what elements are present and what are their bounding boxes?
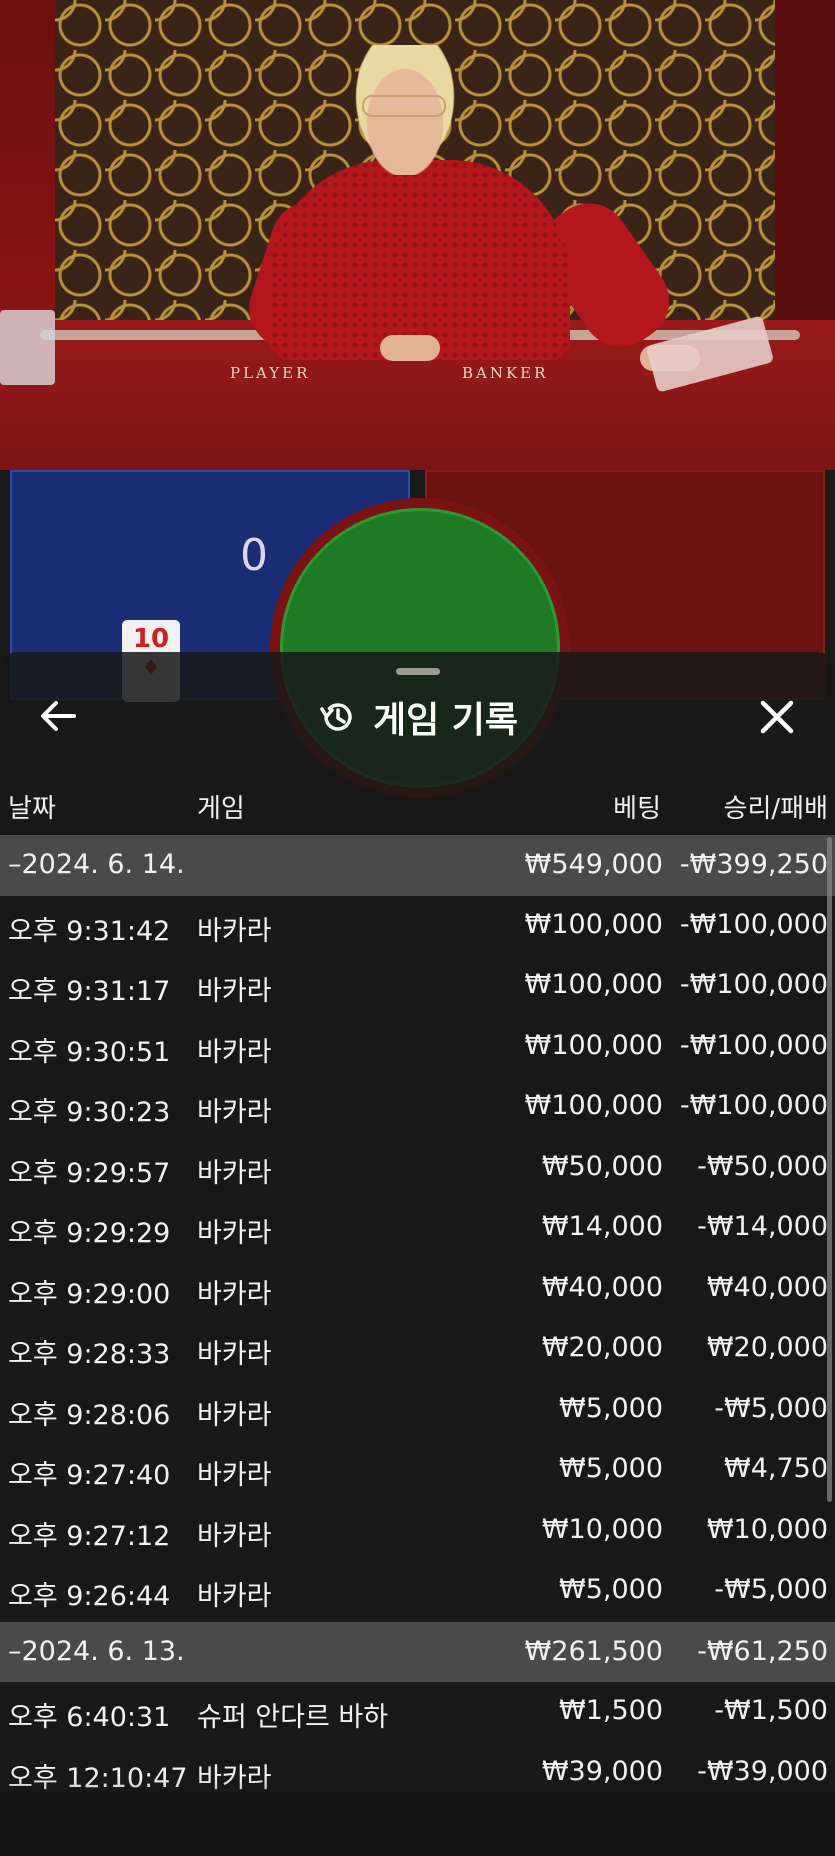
row-result: -₩50,000 [697, 1150, 828, 1182]
row-result: -₩100,000 [679, 1090, 828, 1121]
dealer [270, 160, 570, 360]
row-time: 오후 9:29:00 [8, 1278, 171, 1310]
row-time: 오후 9:29:57 [8, 1157, 171, 1189]
row-time: 오후 9:30:51 [8, 1036, 171, 1068]
row-game: 바카라 [197, 915, 272, 947]
row-result: -₩14,000 [697, 1211, 828, 1242]
row-time: 오후 9:28:33 [8, 1339, 171, 1370]
history-row: 오후 9:30:23 바카라 ₩100,000 -₩100,000 [0, 1077, 835, 1138]
history-row: 오후 9:31:17 바카라 ₩100,000 -₩100,000 [0, 956, 835, 1017]
row-bet: ₩100,000 [524, 908, 663, 940]
card-value: 10 [132, 624, 170, 654]
row-result: ₩40,000 [706, 1271, 828, 1303]
row-game: 바카라 [197, 1520, 272, 1552]
close-icon [760, 700, 794, 734]
close-button[interactable] [754, 694, 800, 740]
column-header-date: 날짜 [8, 794, 56, 824]
arrow-left-icon [41, 701, 76, 731]
row-result: ₩20,000 [706, 1332, 828, 1363]
history-row: 오후 6:40:31 슈퍼 안다르 바하 ₩1,500 -₩1,500 [0, 1682, 835, 1743]
row-game: 바카라 [197, 1097, 272, 1128]
row-result: -₩100,000 [679, 1029, 828, 1061]
row-time: 오후 9:28:06 [8, 1399, 171, 1431]
row-bet: ₩1,500 [559, 1695, 663, 1726]
row-game: 바카라 [197, 1339, 272, 1370]
date-group-row[interactable]: –2024. 6. 14. ₩549,000 -₩399,250 [0, 835, 835, 896]
row-time: 오후 9:31:42 [8, 915, 171, 947]
row-game: 바카라 [197, 976, 272, 1007]
sheet-grabber[interactable] [396, 668, 440, 675]
row-bet: ₩100,000 [524, 1029, 663, 1061]
row-result: ₩4,750 [724, 1453, 828, 1484]
row-game: 바카라 [197, 1581, 272, 1612]
history-row: 오후 9:29:29 바카라 ₩14,000 -₩14,000 [0, 1198, 835, 1259]
row-time: 오후 9:26:44 [8, 1581, 171, 1612]
sheet-title: 게임 기록 [372, 700, 518, 741]
row-game: 바카라 [197, 1218, 272, 1249]
history-list[interactable]: –2024. 6. 14. ₩549,000 -₩399,250 오후 9:31:42… [0, 835, 835, 1803]
row-result: ₩10,000 [706, 1513, 828, 1545]
game-history-sheet: 게임 기록 날짜 게임 베팅 승리/패배 –2024. 6. 14. ₩549,0… [0, 652, 835, 1856]
column-header-result: 승리/패배 [723, 794, 828, 824]
row-result: -₩5,000 [714, 1392, 828, 1424]
row-time: 오후 9:30:23 [8, 1097, 171, 1128]
history-icon [320, 703, 352, 731]
row-result: -₩100,000 [679, 969, 828, 1000]
row-time: 오후 9:27:12 [8, 1520, 171, 1552]
column-header-bet: 베팅 [613, 794, 661, 824]
player-score: 0 [240, 530, 268, 581]
row-time: 오후 9:31:17 [8, 976, 171, 1007]
history-row: 오후 9:30:51 바카라 ₩100,000 -₩100,000 [0, 1017, 835, 1078]
row-game: 바카라 [197, 1036, 272, 1068]
row-bet: ₩261,500 [524, 1635, 663, 1667]
history-row: 오후 9:27:40 바카라 ₩5,000 ₩4,750 [0, 1440, 835, 1501]
row-bet: ₩14,000 [541, 1211, 663, 1242]
row-game: 바카라 [197, 1157, 272, 1189]
row-bet: ₩100,000 [524, 1090, 663, 1121]
date-label: –2024. 6. 13. [8, 1635, 185, 1667]
table-label-banker: BANKER [462, 364, 549, 382]
live-video: PLAYER BANKER [0, 0, 835, 470]
card-shoe [0, 310, 55, 385]
history-row: 오후 9:29:00 바카라 ₩40,000 ₩40,000 [0, 1259, 835, 1320]
row-game: 바카라 [197, 1278, 272, 1310]
row-time: 오후 9:27:40 [8, 1460, 171, 1491]
row-bet: ₩5,000 [559, 1574, 663, 1605]
row-bet: ₩5,000 [559, 1453, 663, 1484]
row-bet: ₩10,000 [541, 1513, 663, 1545]
row-result: -₩5,000 [714, 1574, 828, 1605]
row-result: -₩61,250 [697, 1635, 828, 1667]
row-bet: ₩40,000 [541, 1271, 663, 1303]
row-bet: ₩50,000 [541, 1150, 663, 1182]
history-row: 오후 9:27:12 바카라 ₩10,000 ₩10,000 [0, 1501, 835, 1562]
row-game: 바카라 [197, 1399, 272, 1431]
history-row: 오후 9:28:33 바카라 ₩20,000 ₩20,000 [0, 1319, 835, 1380]
column-header-game: 게임 [197, 794, 245, 824]
row-time: 오후 9:29:29 [8, 1218, 171, 1249]
row-bet: ₩549,000 [524, 849, 663, 880]
row-bet: ₩100,000 [524, 969, 663, 1000]
history-row: 오후 9:28:06 바카라 ₩5,000 -₩5,000 [0, 1380, 835, 1441]
scrollbar[interactable] [827, 837, 832, 1502]
row-bet: ₩20,000 [541, 1332, 663, 1363]
row-bet: ₩5,000 [559, 1392, 663, 1424]
row-game: 슈퍼 안다르 바하 [197, 1702, 389, 1733]
date-group-row[interactable]: –2024. 6. 13. ₩261,500 -₩61,250 [0, 1621, 835, 1682]
row-result: -₩1,500 [714, 1695, 828, 1726]
history-row: 오후 9:31:42 바카라 ₩100,000 -₩100,000 [0, 896, 835, 957]
history-row: 오후 9:26:44 바카라 ₩5,000 -₩5,000 [0, 1561, 835, 1622]
history-row: 오후 9:29:57 바카라 ₩50,000 -₩50,000 [0, 1138, 835, 1199]
table-label-player: PLAYER [230, 364, 311, 382]
back-button[interactable] [36, 694, 80, 738]
row-time: 오후 6:40:31 [8, 1702, 171, 1733]
row-result: -₩100,000 [679, 908, 828, 940]
row-game: 바카라 [197, 1460, 272, 1491]
date-label: –2024. 6. 14. [8, 849, 185, 880]
row-result: -₩399,250 [679, 849, 828, 880]
